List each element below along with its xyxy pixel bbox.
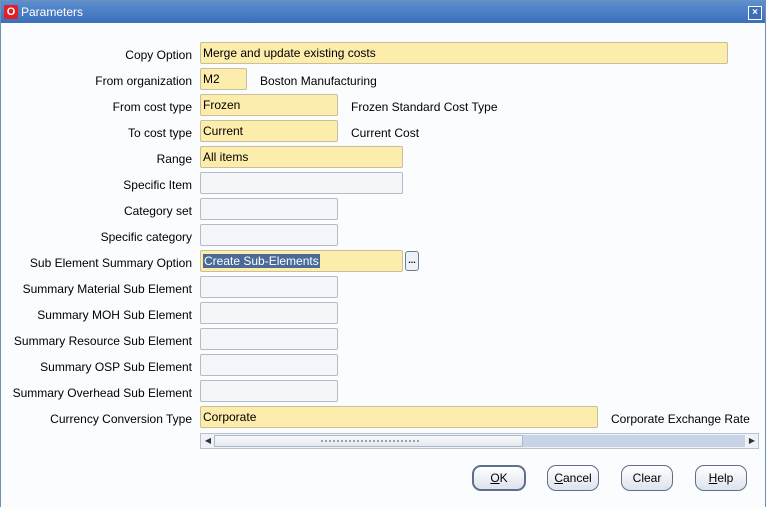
clear-label: Clear: [632, 471, 662, 485]
currency-conversion-type-description: Corporate Exchange Rate: [611, 412, 750, 426]
ok-button[interactable]: OK: [472, 465, 526, 491]
oracle-o-icon: O: [4, 5, 18, 19]
scrollbar-track[interactable]: [523, 435, 745, 447]
selected-text: Create Sub-Elements: [203, 254, 320, 268]
title-bar[interactable]: O Parameters ×: [1, 1, 765, 23]
help-button[interactable]: Help: [695, 465, 747, 491]
grip-icon: [320, 439, 420, 444]
cancel-label: ancel: [562, 471, 592, 485]
window-title: Parameters: [21, 5, 84, 19]
currency-conversion-type-field[interactable]: Corporate: [200, 406, 598, 428]
clear-button[interactable]: Clear: [621, 465, 673, 491]
to-cost-type-field[interactable]: Current: [200, 120, 338, 142]
to-cost-type-description: Current Cost: [351, 126, 420, 140]
specific-category-label: Specific category: [100, 230, 192, 244]
scrollbar-thumb[interactable]: [214, 435, 523, 447]
summary-moh-sub-element-field[interactable]: [200, 302, 338, 324]
cancel-mnemonic: C: [554, 471, 563, 485]
scroll-left-icon[interactable]: ◀: [202, 435, 214, 447]
help-label: elp: [717, 471, 734, 485]
ok-mnemonic: O: [490, 471, 500, 485]
from-cost-type-label: From cost type: [112, 100, 192, 114]
sub-element-summary-option-label: Sub Element Summary Option: [29, 256, 192, 270]
specific-item-field[interactable]: [200, 172, 403, 194]
horizontal-scrollbar[interactable]: ◀ ▶: [200, 433, 759, 449]
specific-item-label: Specific Item: [123, 178, 192, 192]
parameters-window: O Parameters × Copy Option Merge and upd…: [0, 0, 766, 508]
summary-moh-sub-element-label: Summary MOH Sub Element: [37, 308, 192, 322]
from-cost-type-description: Frozen Standard Cost Type: [351, 100, 498, 114]
sub-element-summary-option-field[interactable]: Create Sub-Elements: [200, 250, 403, 272]
summary-resource-sub-element-field[interactable]: [200, 328, 338, 350]
summary-osp-sub-element-field[interactable]: [200, 354, 338, 376]
to-cost-type-label: To cost type: [127, 126, 192, 140]
summary-material-sub-element-label: Summary Material Sub Element: [22, 282, 192, 296]
parameters-form: Copy Option Merge and update existing co…: [1, 23, 765, 508]
copy-option-label: Copy Option: [125, 48, 192, 62]
from-organization-field[interactable]: M2: [200, 68, 247, 90]
category-set-label: Category set: [123, 204, 192, 218]
from-organization-label: From organization: [95, 74, 192, 88]
currency-conversion-type-label: Currency Conversion Type: [50, 412, 192, 426]
ok-label: K: [499, 471, 508, 485]
specific-category-field[interactable]: [200, 224, 338, 246]
cancel-button[interactable]: Cancel: [547, 465, 599, 491]
category-set-field[interactable]: [200, 198, 338, 220]
copy-option-field[interactable]: Merge and update existing costs: [200, 42, 728, 64]
summary-material-sub-element-field[interactable]: [200, 276, 338, 298]
summary-resource-sub-element-label: Summary Resource Sub Element: [13, 334, 192, 348]
range-field[interactable]: All items: [200, 146, 403, 168]
from-cost-type-field[interactable]: Frozen: [200, 94, 338, 116]
from-organization-description: Boston Manufacturing: [260, 74, 377, 88]
summary-osp-sub-element-label: Summary OSP Sub Element: [40, 360, 192, 374]
range-label: Range: [156, 152, 192, 166]
summary-overhead-sub-element-field[interactable]: [200, 380, 338, 402]
scroll-right-icon[interactable]: ▶: [746, 435, 758, 447]
close-icon[interactable]: ×: [748, 6, 762, 20]
summary-overhead-sub-element-label: Summary Overhead Sub Element: [12, 386, 192, 400]
list-of-values-button[interactable]: ...: [405, 251, 419, 271]
